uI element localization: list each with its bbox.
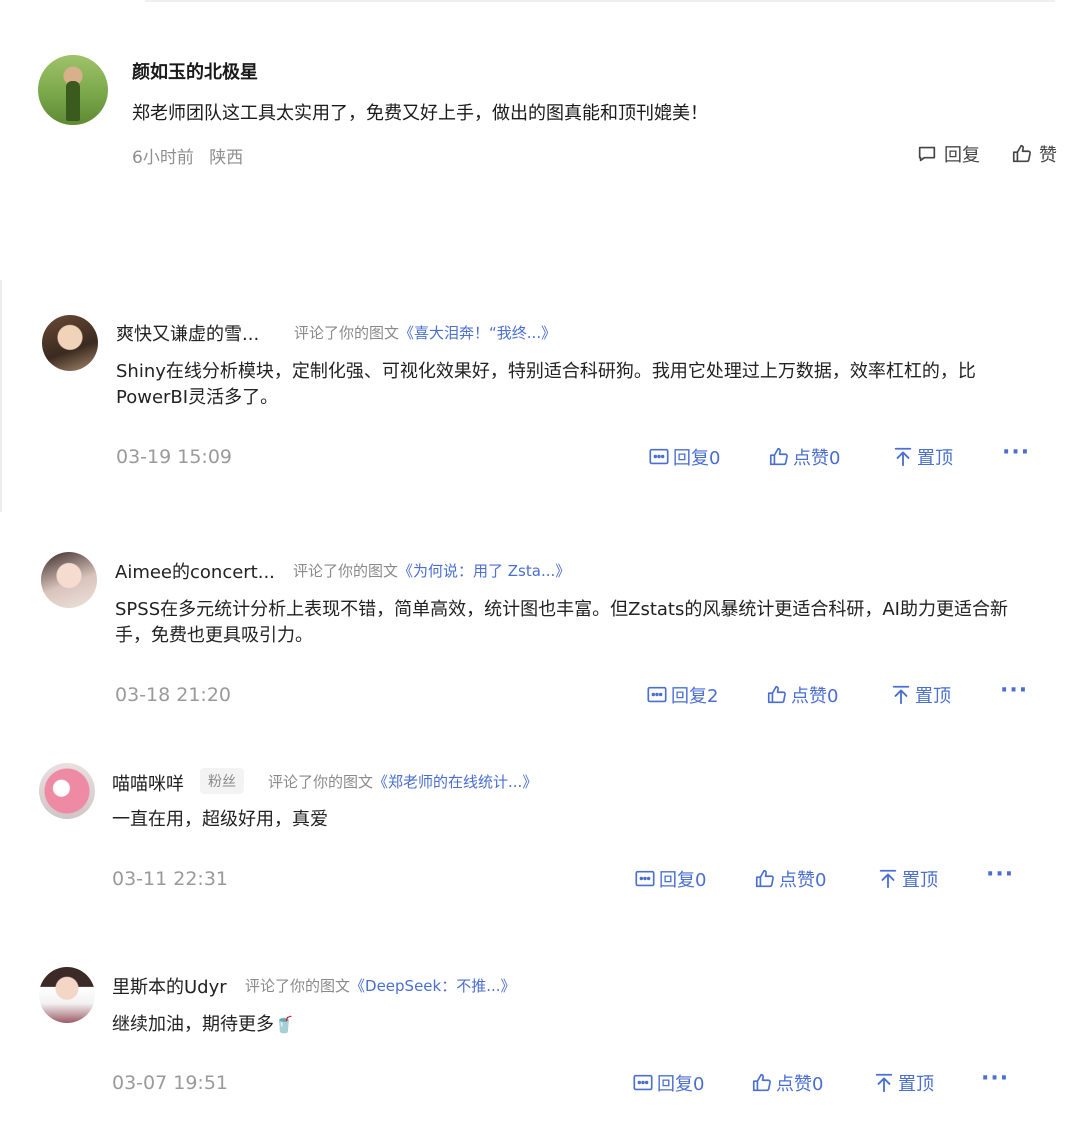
comment-text: Shiny在线分析模块，定制化强、可视化效果好，特别适合科研狗。我用它处理过上万…: [116, 361, 976, 408]
like-button[interactable]: 赞: [1011, 141, 1057, 167]
comment-text: 继续加油，期待更多🥤: [112, 1012, 1022, 1038]
post-title-link[interactable]: 《DeepSeek：不推...》: [350, 977, 516, 995]
reply-button[interactable]: 回复0: [648, 444, 720, 470]
post-title-link[interactable]: 《郑老师的在线统计...》: [373, 773, 537, 791]
commenter-name[interactable]: 里斯本的Udyr: [112, 973, 227, 999]
avatar[interactable]: [42, 315, 98, 371]
pin-label: 置顶: [915, 686, 951, 707]
comment-text-body: 继续加油，期待更多: [112, 1014, 274, 1035]
pin-top-icon: [879, 869, 897, 889]
cup-emoji-icon: 🥤: [274, 1015, 294, 1034]
like-count: 点赞0: [793, 448, 841, 469]
avatar[interactable]: [41, 552, 97, 608]
pin-label: 置顶: [917, 448, 953, 469]
commenter-name[interactable]: 喵喵咪咩: [112, 770, 184, 796]
thumbs-up-icon: [755, 869, 774, 888]
comment-date: 03-18 21:20: [115, 684, 232, 706]
reply-button[interactable]: 回复0: [634, 866, 706, 892]
comment-meta: 6小时前 陕西: [132, 143, 243, 168]
reply-box-icon: [633, 1074, 653, 1091]
comment-context: 评论了你的图文《为何说：用了 Zsta...》: [293, 560, 570, 581]
fan-badge: 粉丝: [200, 768, 244, 794]
pin-button[interactable]: 置顶: [892, 444, 953, 470]
thumbs-up-icon: [1012, 144, 1031, 163]
reply-box-icon: [649, 448, 669, 465]
action-text: 评论了你的图文: [268, 773, 374, 791]
commenter-name[interactable]: 颜如玉的北极星: [132, 58, 258, 84]
reply-button[interactable]: 回复: [916, 141, 980, 167]
pin-button[interactable]: 置顶: [873, 1070, 934, 1096]
comment-time: 6小时前: [132, 148, 194, 168]
thumbs-up-icon: [769, 447, 788, 466]
avatar[interactable]: [38, 55, 108, 125]
left-edge-divider: [0, 280, 2, 512]
like-button[interactable]: 点赞0: [751, 1070, 823, 1096]
reply-button[interactable]: 回复2: [646, 682, 718, 708]
pin-label: 置顶: [898, 1074, 934, 1095]
comment-context: 评论了你的图文《喜大泪奔！“我终...》: [294, 322, 556, 343]
comment-date: 03-11 22:31: [112, 868, 229, 890]
pin-top-icon: [875, 1073, 893, 1093]
action-text: 评论了你的图文: [245, 977, 351, 995]
reply-count: 回复0: [673, 448, 721, 469]
reply-label: 回复: [944, 145, 980, 166]
thumbs-up-icon: [752, 1073, 771, 1092]
more-icon[interactable]: ···: [981, 1066, 1009, 1091]
pin-button[interactable]: 置顶: [890, 682, 951, 708]
more-icon[interactable]: ···: [986, 862, 1014, 887]
like-button[interactable]: 点赞0: [768, 444, 840, 470]
comment-icon: [918, 146, 936, 162]
reply-count: 回复0: [657, 1074, 705, 1095]
like-label: 赞: [1039, 145, 1057, 166]
comment-text: 一直在用，超级好用，真爱: [112, 809, 328, 830]
comment-context: 评论了你的图文《郑老师的在线统计...》: [268, 771, 537, 792]
like-button[interactable]: 点赞0: [766, 682, 838, 708]
more-icon[interactable]: ···: [1000, 678, 1028, 703]
post-title-link[interactable]: 《为何说：用了 Zsta...》: [398, 562, 570, 580]
reply-count: 回复2: [671, 686, 719, 707]
like-count: 点赞0: [776, 1074, 824, 1095]
action-text: 评论了你的图文: [293, 562, 399, 580]
more-icon[interactable]: ···: [1002, 440, 1030, 465]
comment-text: SPSS在多元统计分析上表现不错，简单高效，统计图也丰富。但Zstats的风暴统…: [115, 599, 1008, 646]
comment-text: 郑老师团队这工具太实用了，免费又好上手，做出的图真能和顶刊媲美！: [132, 103, 708, 124]
comment-location: 陕西: [209, 148, 244, 168]
like-button[interactable]: 点赞0: [754, 866, 826, 892]
reply-button[interactable]: 回复0: [632, 1070, 704, 1096]
thumbs-up-icon: [767, 685, 786, 704]
commenter-name[interactable]: Aimee的concert...: [115, 558, 275, 584]
comment-date: 03-19 15:09: [116, 446, 233, 468]
reply-box-icon: [647, 686, 667, 703]
action-text: 评论了你的图文: [294, 324, 400, 342]
reply-box-icon: [635, 870, 655, 887]
avatar[interactable]: [39, 967, 95, 1023]
comment-context: 评论了你的图文《DeepSeek：不推...》: [245, 975, 516, 996]
pin-top-icon: [894, 447, 912, 467]
commenter-name[interactable]: 爽快又谦虚的雪...: [116, 320, 259, 346]
like-count: 点赞0: [779, 870, 827, 891]
pin-top-icon: [892, 685, 910, 705]
comment-date: 03-07 19:51: [112, 1072, 229, 1094]
pin-label: 置顶: [902, 870, 938, 891]
avatar[interactable]: [39, 763, 95, 819]
post-title-link[interactable]: 《喜大泪奔！“我终...》: [399, 324, 556, 342]
pin-button[interactable]: 置顶: [877, 866, 938, 892]
top-divider: [145, 0, 1055, 2]
reply-count: 回复0: [659, 870, 707, 891]
like-count: 点赞0: [791, 686, 839, 707]
